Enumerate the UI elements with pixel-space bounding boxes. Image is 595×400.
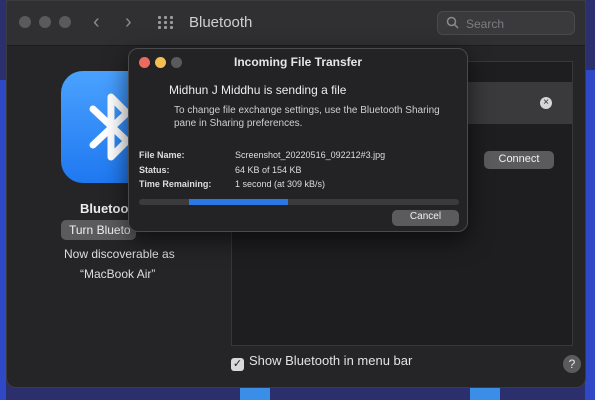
checkbox-icon[interactable]: ✓ (231, 358, 244, 371)
window-titlebar: ‹ › Bluetooth (7, 1, 585, 46)
dock-strip (240, 388, 270, 400)
turn-bluetooth-off-button[interactable]: Turn Blueto (61, 220, 136, 240)
time-remaining-value: 1 second (at 309 kB/s) (235, 179, 326, 189)
search-input[interactable] (464, 14, 572, 34)
search-field[interactable] (437, 11, 575, 35)
status-value: 64 KB of 154 KB (235, 165, 302, 175)
file-name-label: File Name: (139, 150, 185, 160)
show-in-menubar-row[interactable]: ✓ Show Bluetooth in menu bar (231, 353, 412, 371)
dialog-subtext: To change file exchange settings, use th… (174, 105, 440, 129)
zoom-window-button[interactable] (59, 16, 71, 28)
dialog-title: Incoming File Transfer (233, 55, 363, 69)
window-title: Bluetooth (189, 14, 253, 31)
discoverable-text: Now discoverable as (64, 247, 175, 261)
show-in-menubar-label: Show Bluetooth in menu bar (249, 353, 413, 368)
forward-arrow-icon[interactable]: › (125, 11, 132, 34)
cancel-button[interactable]: Cancel (392, 210, 459, 226)
back-arrow-icon[interactable]: ‹ (93, 11, 100, 34)
time-remaining-label: Time Remaining: (139, 179, 212, 189)
help-button[interactable]: ? (563, 355, 581, 373)
search-icon (446, 16, 459, 29)
dialog-heading: Midhun J Middhu is sending a file (169, 83, 347, 97)
bluetooth-status-label: Bluetoot (80, 201, 133, 216)
device-name-text: “MacBook Air” (80, 267, 156, 281)
file-name-value: Screenshot_20220516_092212#3.jpg (235, 150, 386, 160)
dock-strip (470, 388, 500, 400)
close-window-button[interactable] (19, 16, 31, 28)
connect-button[interactable]: Connect (484, 151, 554, 169)
transfer-progress-fill (189, 199, 288, 205)
grid-icon[interactable] (158, 16, 174, 30)
minimize-window-button[interactable] (39, 16, 51, 28)
transfer-progress-bar (139, 199, 459, 205)
status-label: Status: (139, 165, 170, 175)
clear-icon[interactable]: × (540, 97, 552, 109)
desktop-background-right (585, 70, 595, 400)
incoming-file-transfer-dialog: Incoming File Transfer Midhun J Middhu i… (128, 48, 468, 232)
